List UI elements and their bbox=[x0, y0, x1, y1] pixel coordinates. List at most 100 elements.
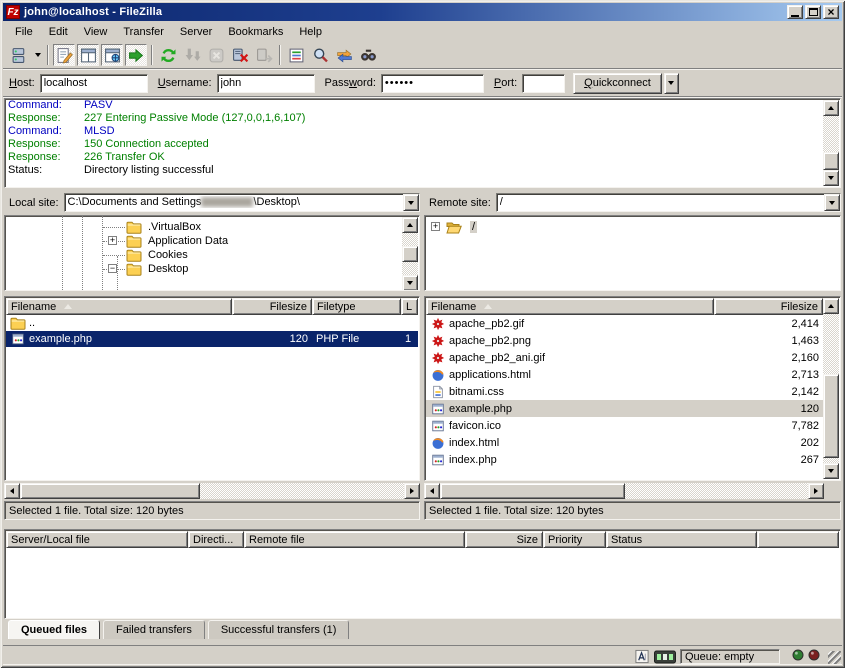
username-input[interactable] bbox=[217, 74, 315, 93]
column-header-remote-file[interactable]: Remote file bbox=[244, 531, 465, 548]
host-label: Host: bbox=[9, 77, 35, 89]
scroll-down-button[interactable] bbox=[823, 170, 839, 186]
lastmodified-cell: 1 bbox=[401, 333, 418, 345]
resize-grip[interactable] bbox=[828, 651, 841, 664]
menu-file[interactable]: File bbox=[7, 24, 41, 40]
scroll-down-button[interactable] bbox=[402, 275, 418, 291]
expand-icon[interactable] bbox=[108, 236, 117, 245]
quickconnect-button[interactable]: Quickconnect bbox=[573, 73, 662, 94]
column-header-direction[interactable]: Directi... bbox=[188, 531, 244, 548]
column-header-priority[interactable]: Priority bbox=[543, 531, 606, 548]
file-row[interactable]: index.php 267 bbox=[426, 451, 823, 468]
column-header-status[interactable]: Status bbox=[606, 531, 757, 548]
log-scrollbar[interactable] bbox=[823, 100, 839, 186]
scroll-down-button[interactable] bbox=[823, 463, 839, 479]
password-input[interactable] bbox=[381, 74, 484, 93]
menu-edit[interactable]: Edit bbox=[41, 24, 76, 40]
file-row[interactable]: apache_pb2.gif 2,414 bbox=[426, 315, 823, 332]
column-header-filler bbox=[757, 531, 839, 548]
file-row[interactable]: bitnami.css 2,142 bbox=[426, 383, 823, 400]
scroll-up-button[interactable] bbox=[402, 217, 418, 233]
column-header-filetype[interactable]: Filetype bbox=[312, 298, 401, 315]
column-header-size[interactable]: Size bbox=[465, 531, 543, 548]
tree-item-application-data[interactable]: Application Data bbox=[5, 234, 401, 248]
tree-item-cookies[interactable]: Cookies bbox=[5, 248, 401, 262]
sort-ascending-icon bbox=[64, 304, 72, 309]
toggle-local-tree-button[interactable] bbox=[77, 44, 99, 66]
file-row[interactable]: apache_pb2.png 1,463 bbox=[426, 332, 823, 349]
host-input[interactable] bbox=[40, 74, 148, 93]
close-button[interactable]: × bbox=[823, 5, 839, 19]
collapse-icon[interactable] bbox=[108, 264, 117, 273]
tab-successful-transfers[interactable]: Successful transfers (1) bbox=[208, 620, 350, 639]
file-row[interactable]: index.html 202 bbox=[426, 434, 823, 451]
maximize-button[interactable] bbox=[805, 5, 821, 19]
chevron-down-icon bbox=[35, 53, 41, 57]
folder-icon bbox=[126, 234, 142, 248]
refresh-button[interactable] bbox=[157, 44, 179, 66]
tab-queued-files[interactable]: Queued files bbox=[8, 620, 100, 639]
message-log: Command:PASV Response:227 Entering Passi… bbox=[4, 98, 841, 188]
scroll-thumb[interactable] bbox=[402, 246, 418, 262]
scroll-thumb[interactable] bbox=[20, 483, 200, 499]
arrow-right-icon bbox=[410, 488, 414, 494]
column-header-filename[interactable]: Filename bbox=[426, 298, 714, 315]
scroll-left-button[interactable] bbox=[424, 483, 440, 499]
port-input[interactable] bbox=[522, 74, 565, 93]
local-site-combobox[interactable]: C:\Documents and Settings\Desktop\ bbox=[64, 193, 420, 212]
find-files-button[interactable] bbox=[357, 44, 379, 66]
tree-item-desktop[interactable]: Desktop bbox=[5, 262, 401, 276]
tree-item-root[interactable]: / bbox=[425, 220, 838, 234]
directory-filters-button[interactable] bbox=[285, 44, 307, 66]
quickconnect-dropdown-button[interactable] bbox=[664, 73, 679, 94]
remote-path: / bbox=[500, 196, 822, 208]
tab-failed-transfers[interactable]: Failed transfers bbox=[103, 620, 205, 639]
menu-help[interactable]: Help bbox=[291, 24, 330, 40]
scroll-up-button[interactable] bbox=[823, 100, 839, 116]
toggle-remote-tree-button[interactable] bbox=[101, 44, 123, 66]
arrow-down-icon bbox=[828, 469, 834, 473]
menu-view[interactable]: View bbox=[76, 24, 116, 40]
file-row-example-php-selected[interactable]: example.php 120 PHP File 1 bbox=[6, 331, 418, 347]
scroll-up-button[interactable] bbox=[823, 298, 839, 314]
remote-list-scrollbar[interactable] bbox=[823, 298, 839, 479]
column-header-filesize[interactable]: Filesize bbox=[714, 298, 823, 315]
menu-server[interactable]: Server bbox=[172, 24, 220, 40]
column-header-lastmodified[interactable]: L bbox=[401, 298, 418, 315]
minimize-button[interactable] bbox=[787, 5, 803, 19]
toggle-queue-button[interactable] bbox=[125, 44, 147, 66]
local-directory-tree: .VirtualBox Application Data Cookies Des… bbox=[4, 215, 420, 291]
scroll-thumb[interactable] bbox=[823, 152, 839, 170]
local-tree-scrollbar[interactable] bbox=[402, 217, 418, 291]
remote-horizontal-scrollbar[interactable] bbox=[424, 483, 824, 499]
remote-site-dropdown-button[interactable] bbox=[824, 194, 840, 211]
remote-site-combobox[interactable]: / bbox=[496, 193, 841, 212]
folder-icon bbox=[126, 248, 142, 262]
disconnect-button[interactable] bbox=[229, 44, 251, 66]
synchronized-browsing-button[interactable] bbox=[333, 44, 355, 66]
menu-transfer[interactable]: Transfer bbox=[115, 24, 172, 40]
file-row[interactable]: apache_pb2_ani.gif 2,160 bbox=[426, 349, 823, 366]
file-row[interactable]: applications.html 2,713 bbox=[426, 366, 823, 383]
local-site-dropdown-button[interactable] bbox=[403, 194, 419, 211]
site-manager-dropdown-button[interactable] bbox=[31, 45, 44, 65]
site-manager-button[interactable] bbox=[8, 44, 30, 66]
scroll-thumb[interactable] bbox=[823, 374, 839, 458]
image-file-icon bbox=[430, 317, 446, 331]
local-horizontal-scrollbar[interactable] bbox=[4, 483, 420, 499]
column-header-server-local-file[interactable]: Server/Local file bbox=[6, 531, 188, 548]
file-row[interactable]: favicon.ico 7,782 bbox=[426, 417, 823, 434]
scroll-right-button[interactable] bbox=[808, 483, 824, 499]
expand-icon[interactable] bbox=[431, 222, 440, 231]
file-row-parent-dir[interactable]: .. bbox=[6, 315, 418, 331]
scroll-thumb[interactable] bbox=[440, 483, 625, 499]
toggle-message-log-button[interactable] bbox=[53, 44, 75, 66]
tree-item-virtualbox[interactable]: .VirtualBox bbox=[5, 220, 401, 234]
directory-comparison-button[interactable] bbox=[309, 44, 331, 66]
scroll-right-button[interactable] bbox=[404, 483, 420, 499]
menu-bookmarks[interactable]: Bookmarks bbox=[220, 24, 291, 40]
scroll-left-button[interactable] bbox=[4, 483, 20, 499]
file-row-example-php-selected[interactable]: example.php 120 bbox=[426, 400, 823, 417]
column-header-filename[interactable]: Filename bbox=[6, 298, 232, 315]
column-header-filesize[interactable]: Filesize bbox=[232, 298, 312, 315]
